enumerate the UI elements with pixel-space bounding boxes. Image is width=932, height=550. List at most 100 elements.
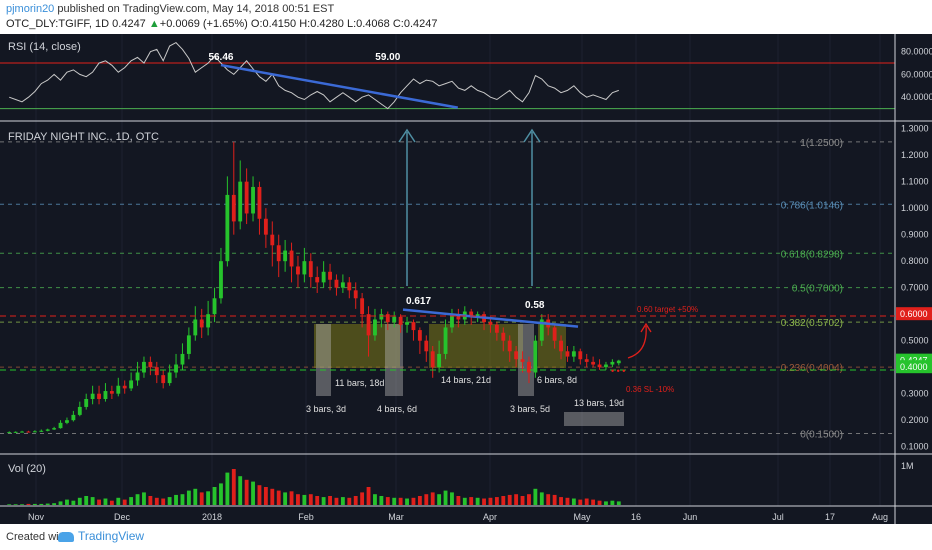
fib-level-label: 0.236(0.4004): [781, 363, 843, 374]
candle-body: [488, 322, 493, 325]
volume-bar: [571, 498, 576, 505]
candle-body: [417, 330, 422, 341]
candle-body: [142, 361, 146, 373]
volume-bar: [578, 499, 583, 505]
volume-bar: [212, 487, 217, 505]
symbol-name: OTC_DLY:TGIFF, 1D: [6, 18, 110, 30]
volume-bar: [321, 497, 326, 505]
bars-range-box: [385, 324, 403, 396]
volume-bar: [456, 496, 461, 505]
candle-body: [135, 372, 140, 381]
price-axis-tick: 0.9000: [901, 230, 929, 240]
volume-bar: [13, 504, 18, 505]
time-axis-tick: Aug: [872, 512, 888, 522]
volume-bar: [443, 490, 448, 505]
candle-body: [430, 351, 435, 368]
price-axis-tick: 1.0000: [901, 203, 929, 213]
fib-level-label: 1(1.2500): [800, 138, 843, 149]
bars-label: 4 bars, 6d: [377, 404, 417, 414]
bars-range-box: [564, 412, 624, 426]
time-axis-tick: Feb: [298, 512, 314, 522]
candle-body: [122, 385, 127, 389]
time-axis-tick: 17: [825, 512, 835, 522]
candle-body: [103, 391, 108, 399]
price-axis-tick: 0.5000: [901, 336, 929, 346]
bars-label: 11 bars, 18d: [335, 378, 384, 388]
symbol-info: OTC_DLY:TGIFF, 1D 0.4247 ▲+0.0069 (+1.65…: [6, 18, 438, 30]
candle-body: [565, 351, 570, 357]
volume-bar: [7, 504, 12, 505]
volume-bar: [302, 494, 307, 505]
candle-body: [244, 181, 249, 214]
volume-title: Vol (20): [8, 463, 46, 475]
last-price: 0.4247: [112, 18, 146, 30]
candle-body: [174, 364, 178, 373]
time-axis-tick: Dec: [114, 512, 131, 522]
volume-bar: [58, 501, 63, 505]
candle-body: [424, 340, 429, 352]
volume-bar: [154, 497, 159, 505]
candle-body: [507, 340, 512, 352]
tradingview-logo[interactable]: TradingView: [58, 529, 144, 543]
volume-bar: [129, 497, 134, 505]
candle-body: [527, 361, 531, 373]
volume-bar: [135, 494, 140, 505]
volume-bar: [533, 488, 538, 505]
candle-body: [334, 279, 339, 288]
volume-bar: [340, 497, 345, 505]
publish-header: pjmorin20 published on TradingView.com, …: [0, 0, 932, 34]
volume-bar: [392, 497, 397, 505]
candle-body: [571, 351, 576, 357]
candle-body: [514, 351, 519, 360]
volume-bar: [116, 497, 121, 505]
target-label: 0.60 target +50%: [637, 305, 698, 314]
candle-body: [65, 420, 69, 423]
volume-bar: [296, 494, 300, 505]
time-axis-tick: 16: [631, 512, 641, 522]
volume-bar: [225, 472, 230, 505]
volume-bar: [514, 494, 519, 505]
volume-bar: [366, 487, 371, 505]
volume-bar: [610, 500, 615, 505]
ohlc-high: H:0.4280: [299, 18, 344, 30]
author-link[interactable]: pjmorin20: [6, 3, 54, 15]
fib-level-label: 0.5(0.7000): [792, 284, 843, 295]
volume-bar: [584, 498, 589, 505]
volume-bar: [45, 503, 50, 505]
rsi-axis-tick: 40.0000: [901, 92, 932, 102]
candle-body: [270, 234, 275, 246]
volume-bar: [263, 487, 268, 505]
candle-body: [7, 432, 12, 434]
candle-body: [501, 332, 506, 341]
volume-bar: [257, 485, 262, 505]
rsi-axis-tick: 80.0000: [901, 47, 932, 57]
rsi-annotation: 59.00: [375, 52, 400, 63]
volume-bar: [475, 497, 480, 505]
candle-body: [276, 245, 281, 262]
chart-canvas[interactable]: RSI (14, close) 80.0000 60.0000 40.0000 56…: [0, 34, 932, 524]
price-axis-tick: 1.1000: [901, 177, 929, 187]
volume-bar: [334, 497, 339, 505]
candle-body: [71, 414, 76, 421]
volume-bar: [148, 496, 153, 505]
volume-bar: [283, 492, 288, 505]
volume-bar: [347, 497, 352, 505]
volume-bar: [103, 498, 108, 505]
volume-bar: [65, 499, 69, 505]
fib-level-label: 0(0.1500): [800, 429, 843, 440]
volume-bar: [122, 499, 127, 505]
volume-bar: [604, 501, 608, 505]
volume-bar: [52, 503, 57, 505]
volume-bar: [379, 496, 384, 505]
candle-body: [302, 261, 307, 275]
volume-bar: [206, 491, 211, 505]
volume-bar: [167, 497, 172, 505]
volume-bar: [142, 492, 146, 505]
candle-body: [578, 351, 583, 360]
candle-body: [251, 186, 255, 214]
candle-body: [385, 314, 390, 323]
fib-level-label: 0.382(0.5702): [781, 318, 843, 329]
volume-bar: [469, 497, 474, 505]
candle-body: [321, 271, 326, 283]
candle-body: [167, 372, 172, 384]
